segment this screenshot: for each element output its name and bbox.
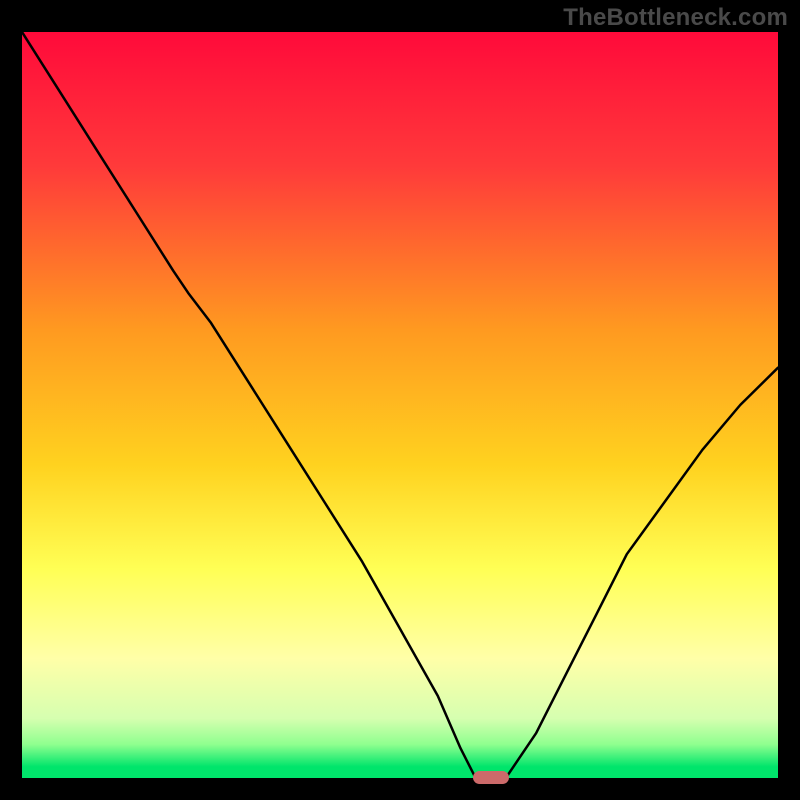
chart-frame: TheBottleneck.com [0,0,800,800]
plot-area [22,32,778,778]
watermark-text: TheBottleneck.com [563,4,788,32]
gradient-background [22,32,778,778]
chart-svg [22,32,778,778]
target-marker [473,771,509,784]
